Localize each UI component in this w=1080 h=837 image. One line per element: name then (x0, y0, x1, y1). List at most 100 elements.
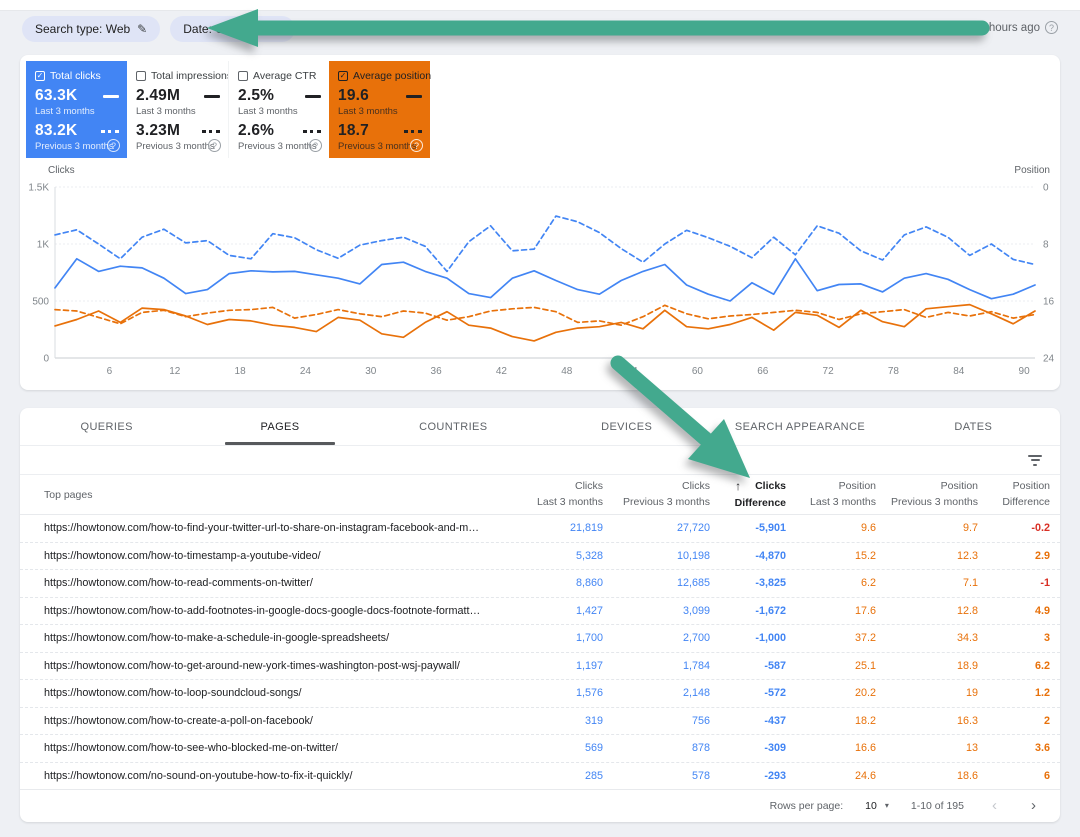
page-url-link[interactable]: https://howtonow.com/how-to-create-a-pol… (44, 715, 493, 727)
table-row[interactable]: https://howtonow.com/how-to-timestamp-a-… (20, 543, 1060, 571)
dimension-tab[interactable]: COUNTRIES (367, 408, 540, 445)
table-row[interactable]: https://howtonow.com/how-to-create-a-pol… (20, 708, 1060, 736)
table-row[interactable]: https://howtonow.com/how-to-see-who-bloc… (20, 735, 1060, 763)
performance-line-chart[interactable]: 1.5K1K5000081624612182430364248546066727… (20, 173, 1060, 390)
position-previous-value: 19 (876, 687, 978, 699)
page-url-link[interactable]: https://howtonow.com/how-to-loop-soundcl… (44, 687, 493, 699)
table-row[interactable]: https://howtonow.com/how-to-loop-soundcl… (20, 680, 1060, 708)
previous-page-button[interactable]: ‹ (986, 798, 1003, 813)
filter-chip[interactable]: Search type: Web ✎ (22, 16, 160, 42)
position-last-value: 18.2 (786, 715, 876, 727)
last-updated-text: Last updated: 8 hours ago (906, 22, 1040, 34)
column-header-line2: Difference (710, 496, 786, 511)
column-header-line1: Clicks (493, 479, 603, 494)
dimension-tab[interactable]: PAGES (193, 408, 366, 445)
clicks-previous-value: 27,720 (603, 522, 710, 534)
metric-checkbox[interactable] (136, 71, 146, 81)
metric-checkbox[interactable]: ✓ (338, 71, 348, 81)
filter-chip-label: Search type: Web (35, 22, 130, 36)
sort-ascending-icon[interactable]: ↑ (735, 478, 741, 495)
page-url-link[interactable]: https://howtonow.com/how-to-make-a-sched… (44, 632, 493, 644)
position-previous-value: 9.7 (876, 522, 978, 534)
position-last-value: 24.6 (786, 770, 876, 782)
column-header[interactable]: Clicks Previous 3 months (603, 479, 710, 509)
svg-text:90: 90 (1019, 366, 1031, 377)
tab-label: DATES (954, 421, 992, 433)
page-url-link[interactable]: https://howtonow.com/no-sound-on-youtube… (44, 770, 493, 782)
metric-sublabel-last: Last 3 months (136, 106, 220, 117)
metric-value-last: 2.5% (238, 87, 274, 105)
rows-per-page-select[interactable]: 10 ▾ (865, 800, 889, 812)
column-header[interactable]: Clicks Last 3 months (493, 479, 603, 509)
column-header-line1: Position (786, 479, 876, 494)
page-url-link[interactable]: https://howtonow.com/how-to-get-around-n… (44, 660, 493, 672)
clicks-difference-value: -587 (710, 660, 786, 672)
svg-text:72: 72 (823, 366, 835, 377)
pagination-range: 1-10 of 195 (911, 800, 964, 812)
position-last-value: 6.2 (786, 577, 876, 589)
table-row[interactable]: https://howtonow.com/how-to-make-a-sched… (20, 625, 1060, 653)
filter-rows-icon[interactable] (1028, 455, 1042, 466)
column-header[interactable]: Position Difference (978, 479, 1050, 509)
position-last-value: 25.1 (786, 660, 876, 672)
column-header[interactable]: ↑Clicks Difference (710, 478, 786, 511)
dotted-line-legend-icon (303, 130, 321, 133)
table-row[interactable]: https://howtonow.com/how-to-get-around-n… (20, 653, 1060, 681)
page-url-link[interactable]: https://howtonow.com/how-to-see-who-bloc… (44, 742, 493, 754)
position-difference-value: 4.9 (978, 605, 1050, 617)
clicks-difference-value: -4,870 (710, 550, 786, 562)
help-icon[interactable]: ? (309, 139, 322, 152)
edit-pencil-icon: ✎ (137, 22, 147, 36)
help-icon[interactable]: ? (208, 139, 221, 152)
dimension-tab[interactable]: DEVICES (540, 408, 713, 445)
metric-card[interactable]: ✓ Total clicks 63.3K Last 3 months 83.2K… (26, 61, 127, 158)
table-header-row: Top pages Clicks Last 3 months Clicks Pr… (20, 475, 1060, 515)
clicks-difference-value: -3,825 (710, 577, 786, 589)
metric-card-label: Average CTR (253, 70, 316, 82)
position-last-value: 9.6 (786, 522, 876, 534)
column-header[interactable]: Position Last 3 months (786, 479, 876, 509)
metric-card-label: Total clicks (50, 70, 101, 82)
table-row[interactable]: https://howtonow.com/no-sound-on-youtube… (20, 763, 1060, 791)
page-url-link[interactable]: https://howtonow.com/how-to-find-your-tw… (44, 522, 493, 534)
metric-checkbox[interactable] (238, 71, 248, 81)
column-header[interactable]: Position Previous 3 months (876, 479, 978, 509)
last-updated-status: Last updated: 8 hours ago ? (906, 21, 1058, 34)
column-header-line2: Last 3 months (786, 495, 876, 510)
help-icon[interactable]: ? (410, 139, 423, 152)
filter-chip[interactable]: Date: Compare ✎ (170, 16, 294, 42)
clicks-last-value: 21,819 (493, 522, 603, 534)
dimension-tab[interactable]: SEARCH APPEARANCE (713, 408, 886, 445)
svg-text:500: 500 (32, 297, 49, 308)
position-difference-value: -1 (978, 577, 1050, 589)
table-row[interactable]: https://howtonow.com/how-to-read-comment… (20, 570, 1060, 598)
next-page-button[interactable]: › (1025, 798, 1042, 813)
table-row[interactable]: https://howtonow.com/how-to-add-footnote… (20, 598, 1060, 626)
dimension-tab[interactable]: DATES (887, 408, 1060, 445)
help-icon[interactable]: ? (1045, 21, 1058, 34)
page-url-link[interactable]: https://howtonow.com/how-to-timestamp-a-… (44, 550, 493, 562)
clicks-last-value: 319 (493, 715, 603, 727)
metric-card[interactable]: Average CTR 2.5% Last 3 months 2.6% Prev… (228, 61, 329, 158)
metric-sublabel-last: Last 3 months (338, 106, 422, 117)
column-header-line2: Difference (978, 495, 1050, 510)
table-row[interactable]: https://howtonow.com/how-to-find-your-tw… (20, 515, 1060, 543)
column-header-top-pages[interactable]: Top pages (44, 489, 493, 501)
dotted-line-legend-icon (202, 130, 220, 133)
page-url-link[interactable]: https://howtonow.com/how-to-add-footnote… (44, 605, 493, 617)
position-difference-value: 1.2 (978, 687, 1050, 699)
metric-card[interactable]: Total impressions 2.49M Last 3 months 3.… (127, 61, 228, 158)
metric-card[interactable]: ✓ Average position 19.6 Last 3 months 18… (329, 61, 430, 158)
svg-text:16: 16 (1043, 297, 1055, 308)
dimension-tab[interactable]: QUERIES (20, 408, 193, 445)
svg-text:18: 18 (235, 366, 247, 377)
clicks-difference-value: -5,901 (710, 522, 786, 534)
edit-pencil-icon: ✎ (272, 22, 282, 36)
position-previous-value: 7.1 (876, 577, 978, 589)
position-difference-value: 2.9 (978, 550, 1050, 562)
page-url-link[interactable]: https://howtonow.com/how-to-read-comment… (44, 577, 493, 589)
rows-per-page-label: Rows per page: (770, 800, 844, 812)
metric-value-previous: 3.23M (136, 122, 180, 140)
help-icon[interactable]: ? (107, 139, 120, 152)
metric-checkbox[interactable]: ✓ (35, 71, 45, 81)
